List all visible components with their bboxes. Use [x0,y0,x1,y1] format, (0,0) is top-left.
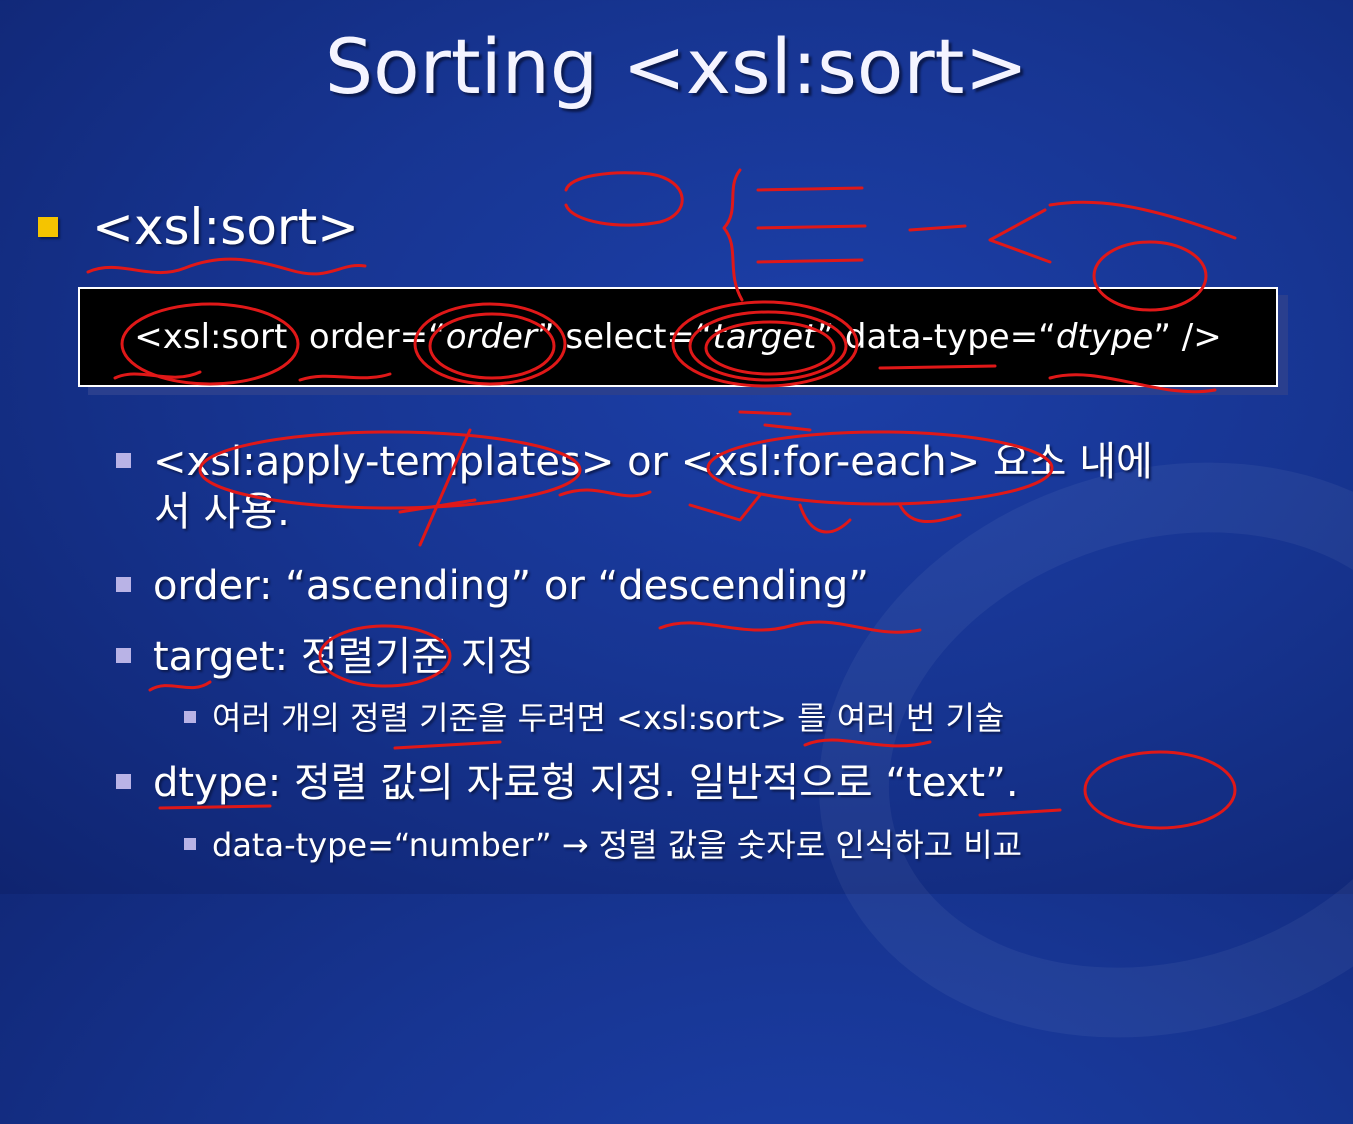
ink-line-3 [756,258,864,264]
ink-scribble-right [1048,200,1237,240]
ink-underline-target [148,680,212,692]
code-part-4: ” /> [1153,317,1222,357]
code-part-2: ” select=“ [536,317,713,357]
square-bullet-icon [184,838,196,850]
ink-line-1 [756,186,864,192]
bullet-usage: <xsl:apply-templates> or <xsl:for-each> … [116,437,1153,537]
bullet-order: order: “ascending” or “descending” [116,561,869,611]
bullet-target: target: 정렬기준 지정 [116,632,534,682]
bullet-text: order: “ascending” or “descending” [153,563,869,609]
bullet-text: dtype: 정렬 값의 자료형 지정. 일반적으로 “text”. [153,760,1019,806]
square-bullet-icon [116,647,131,663]
heading-bullet-item: <xsl:sort> [38,198,359,256]
square-bullet-icon [116,452,131,468]
bullet-dtype: dtype: 정렬 값의 자료형 지정. 일반적으로 “text”. [116,758,1019,808]
bullet-text: 여러 개의 정렬 기준을 두려면 <xsl:sort> 를 여러 번 기술 [212,699,1005,737]
bullet-text-continued: 서 사용. [154,489,290,535]
code-order-var: order [445,317,537,357]
ink-scribble-top-left [564,171,684,227]
code-part-1: <xsl:sort order=“ [134,317,446,357]
code-syntax-box: <xsl:sort order=“ order” select=“ target” … [78,287,1278,387]
ink-scribble-bigyo [908,208,1052,264]
slide-title: Sorting <xsl:sort> [324,22,1029,111]
square-bullet-icon [184,711,196,723]
sub-bullet-multiple-sort: 여러 개의 정렬 기준을 두려면 <xsl:sort> 를 여러 번 기술 [184,698,1004,738]
sub-bullet-number-type: data-type=“number” → 정렬 값을 숫자로 인식하고 비교 [184,825,1022,865]
ink-brace [722,168,744,302]
square-bullet-icon [116,773,131,789]
bullet-text: target: 정렬기준 지정 [153,634,535,680]
ink-underline-heading [86,257,367,276]
ink-line-2 [756,224,867,230]
bullet-text: <xsl:apply-templates> or <xsl:for-each> … [153,439,1153,485]
heading-text: <xsl:sort> [92,198,359,256]
square-bullet-icon [38,217,58,237]
code-dtype-var: dtype [1055,317,1154,357]
ink-note-gijun [738,410,812,432]
code-target-var: target [712,317,817,357]
square-bullet-icon [116,576,131,592]
code-part-3: ” data-type=“ [816,317,1056,357]
bullet-text: data-type=“number” → 정렬 값을 숫자로 인식하고 비교 [212,826,1023,864]
